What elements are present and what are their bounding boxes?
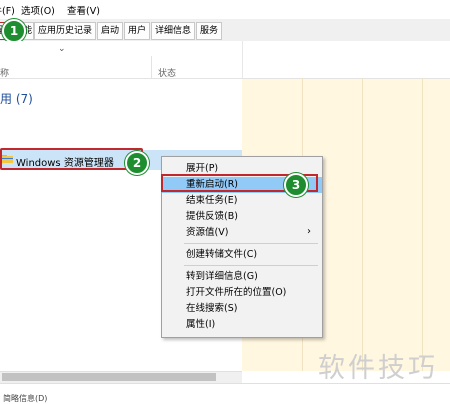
tab-strip: 进程 性能 应用历史记录 启动 用户 详细信息 服务 (0, 19, 450, 42)
watermark-text: 软件技巧 (318, 353, 438, 384)
menu-item-resource-values[interactable]: 资源值(V) (162, 225, 322, 241)
tab-app-history[interactable]: 应用历史记录 (34, 22, 97, 40)
column-gridline (362, 78, 363, 371)
menu-separator (184, 265, 318, 266)
menu-file[interactable]: 文件(F) (0, 3, 15, 17)
status-panel-header (242, 41, 450, 79)
callout-badge-1: 1 (2, 19, 26, 43)
menu-item-go-to-details[interactable]: 转到详细信息(G) (162, 269, 322, 285)
menu-separator (184, 243, 318, 244)
menu-item-create-dump[interactable]: 创建转储文件(C) (162, 247, 322, 263)
menu-item-search-online[interactable]: 在线搜索(S) (162, 301, 322, 317)
callout-badge-3: 3 (284, 173, 308, 197)
menu-item-feedback[interactable]: 提供反馈(B) (162, 209, 322, 225)
submenu-arrow-icon: › (307, 226, 311, 237)
column-divider[interactable] (151, 56, 152, 78)
column-gridline (422, 78, 423, 371)
tab-startup[interactable]: 启动 (97, 22, 124, 40)
column-header (0, 41, 242, 79)
sort-chevron-icon[interactable]: ⌄ (58, 44, 66, 54)
tab-services[interactable]: 服务 (196, 22, 223, 40)
fewer-details-link[interactable]: 简略信息(D) (3, 393, 47, 404)
menu-options[interactable]: 选项(O) (21, 3, 55, 17)
column-name-header[interactable]: 名称 (0, 66, 9, 79)
callout-badge-2: 2 (125, 151, 149, 175)
column-status-header[interactable]: 状态 (158, 66, 176, 79)
menu-view[interactable]: 查看(V) (67, 3, 100, 17)
menu-item-properties[interactable]: 属性(I) (162, 317, 322, 333)
menu-item-open-file-location[interactable]: 打开文件所在的位置(O) (162, 285, 322, 301)
process-name: Windows 资源管理器 (16, 158, 114, 169)
menu-bar: 文件(F) 选项(O) 查看(V) (0, 0, 450, 18)
footer-bar (0, 383, 450, 403)
group-header-apps[interactable]: 应用 (7) (0, 90, 33, 107)
scrollbar-thumb[interactable] (2, 373, 216, 381)
tab-users[interactable]: 用户 (124, 22, 151, 40)
folder-icon (2, 154, 13, 163)
tab-details[interactable]: 详细信息 (151, 22, 196, 40)
